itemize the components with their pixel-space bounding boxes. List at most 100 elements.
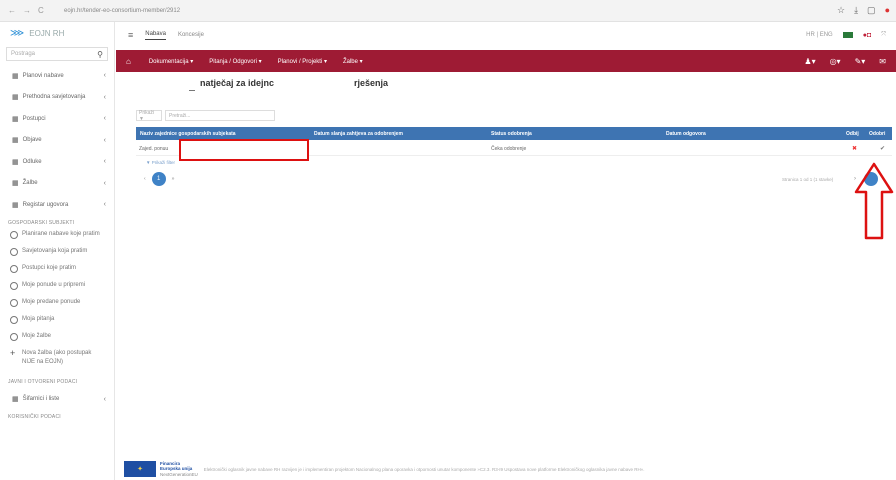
hamburger-icon[interactable]: ≡ bbox=[128, 30, 133, 40]
sidebar-item-planovi[interactable]: ▦ Planovi nabave ‹ bbox=[0, 65, 114, 87]
menu-planovi-projekti[interactable]: Planovi / Projekti ▾ bbox=[278, 58, 327, 65]
eu-label-3: NextGenerationEU bbox=[160, 471, 198, 477]
sidebar-item-ponude-priprema[interactable]: Moje ponude u pripremi bbox=[0, 281, 114, 290]
sidebar-item-label: Postupci koje pratim bbox=[22, 264, 77, 271]
chevron-left-icon: ‹ bbox=[103, 136, 106, 144]
sidebar-item-label: Postupci bbox=[22, 115, 46, 122]
sidebar-item-savjetovanja[interactable]: ▦ Prethodna savjetovanja ‹ bbox=[0, 87, 114, 109]
profile-icon[interactable]: ● bbox=[885, 5, 890, 16]
logo-mark-icon: ⋙ bbox=[10, 27, 25, 39]
home-icon[interactable]: ⌂ bbox=[126, 57, 131, 66]
sidebar-item-label: Moje ponude u pripremi bbox=[22, 281, 86, 288]
sidebar: ⋙ EOJN RH Postraga ⚲ ▦ Planovi nabave ‹ … bbox=[0, 22, 115, 480]
message-icon[interactable]: ✉ bbox=[879, 57, 886, 66]
table-search-input[interactable]: Pretraži... bbox=[165, 110, 275, 121]
sidebar-item-label: Moje žalbe bbox=[22, 332, 52, 339]
sidebar-search-input[interactable]: Postraga ⚲ bbox=[6, 47, 108, 61]
menu-bar-icons: ♟▾ ◎▾ ✎▾ ✉ bbox=[804, 57, 896, 66]
sidebar-item-label: Moja pitanja bbox=[22, 315, 55, 322]
search-icon[interactable]: ⚲ bbox=[97, 50, 103, 59]
tab-koncesije[interactable]: Koncesije bbox=[178, 32, 204, 38]
page-next-button[interactable]: » bbox=[172, 176, 175, 182]
grid-icon: ▦ bbox=[12, 158, 19, 166]
back-icon[interactable]: ← bbox=[8, 6, 16, 15]
circle-icon bbox=[10, 264, 18, 273]
sidebar-item-label: Savjetovanja koja pratim bbox=[22, 247, 88, 254]
grid-icon: ▦ bbox=[12, 115, 19, 123]
page-prev-button[interactable]: ‹ bbox=[144, 176, 146, 182]
logo[interactable]: ⋙ EOJN RH bbox=[0, 22, 114, 44]
page-current-button[interactable]: 1 bbox=[151, 172, 166, 186]
sidebar-item-zalbe[interactable]: ▦ Žalbe ‹ bbox=[0, 173, 114, 195]
col-status[interactable]: Status odobrenja bbox=[491, 131, 532, 137]
flag-icon[interactable] bbox=[842, 32, 853, 38]
sidebar-item-label: Nova žalba (ako postupak NIJE na EOJN) bbox=[22, 349, 92, 365]
chevron-left-icon: ‹ bbox=[103, 395, 106, 403]
menu-pitanja-odgovori[interactable]: Pitanja / Odgovori ▾ bbox=[209, 58, 261, 65]
chevron-left-icon: ‹ bbox=[103, 158, 106, 166]
language-switch[interactable]: HR | ENG bbox=[806, 32, 833, 38]
grid-icon: ▦ bbox=[12, 396, 19, 404]
sidebar-item-sifarnici[interactable]: ▦ Šifarnici i liste ‹ bbox=[0, 389, 114, 411]
users-icon[interactable]: ♟▾ bbox=[804, 57, 815, 66]
circle-icon bbox=[10, 332, 18, 341]
window-icon[interactable]: ▢ bbox=[867, 5, 876, 16]
col-naziv[interactable]: Naziv zajednice gospodarskih subjekata bbox=[140, 131, 236, 137]
col-odbij[interactable]: Odbij bbox=[846, 131, 859, 137]
sidebar-item-postupci-pratim[interactable]: Postupci koje pratim bbox=[0, 264, 114, 273]
circle-icon bbox=[10, 230, 18, 239]
browser-actions: ☆ ⤓ ▢ ● bbox=[837, 5, 896, 16]
circle-icon bbox=[10, 281, 18, 290]
page-title-right: rješenja bbox=[354, 78, 389, 88]
col-datum-odgovora[interactable]: Datum odgovora bbox=[666, 131, 706, 137]
sidebar-item-savjetovanja-pratim[interactable]: Savjetovanja koja pratim bbox=[0, 247, 114, 256]
show-filter-link[interactable]: ▼ Prikaži filter bbox=[146, 160, 175, 165]
bookmark-icon[interactable]: ☆ bbox=[837, 5, 845, 16]
approve-icon[interactable]: ✔ bbox=[880, 145, 885, 152]
menu-dokumentacija[interactable]: Dokumentacija ▾ bbox=[149, 58, 193, 65]
sidebar-item-moje-zalbe[interactable]: Moje žalbe bbox=[0, 332, 114, 341]
browser-nav: ← → C bbox=[0, 6, 60, 15]
sidebar-item-predane-ponude[interactable]: Moje predane ponude bbox=[0, 298, 114, 307]
eu-label: Financira Europska unija NextGenerationE… bbox=[160, 461, 198, 478]
sidebar-item-nova-zalba[interactable]: + Nova žalba (ako postupak NIJE na EOJN) bbox=[0, 347, 114, 367]
sidebar-item-postupci[interactable]: ▦ Postupci ‹ bbox=[0, 108, 114, 130]
table-filter: Prikaži ▼ Pretraži... bbox=[136, 110, 275, 122]
col-odobri[interactable]: Odobri bbox=[869, 131, 885, 137]
main-menu-bar: ⌂ Dokumentacija ▾ Pitanja / Odgovori ▾ P… bbox=[116, 50, 896, 72]
forward-icon[interactable]: → bbox=[23, 6, 31, 15]
sidebar-item-objave[interactable]: ▦ Objave ‹ bbox=[0, 130, 114, 152]
notification-icon[interactable]: ●◘ bbox=[863, 32, 871, 39]
fullscreen-icon[interactable]: ⤧ bbox=[881, 32, 886, 39]
row-status: Čeka odobrenje bbox=[491, 146, 527, 152]
chevron-left-icon: ‹ bbox=[103, 72, 106, 80]
menu-zalbe[interactable]: Žalbe ▾ bbox=[343, 58, 363, 65]
chevron-left-icon: ‹ bbox=[103, 201, 106, 209]
tools-icon[interactable]: ✎▾ bbox=[855, 57, 866, 66]
eye-icon[interactable]: ◎▾ bbox=[830, 57, 841, 66]
sidebar-item-odluke[interactable]: ▦ Odluke ‹ bbox=[0, 151, 114, 173]
reject-icon[interactable]: ✖ bbox=[852, 145, 857, 152]
tab-nabava[interactable]: Nabava bbox=[145, 31, 166, 40]
sidebar-item-label: Prethodna savjetovanja bbox=[22, 94, 86, 101]
main-menu: Dokumentacija ▾ Pitanja / Odgovori ▾ Pla… bbox=[149, 58, 363, 65]
chevron-left-icon: ‹ bbox=[103, 115, 106, 123]
footer-text: Elektronički oglasnik javne nabave RH ra… bbox=[203, 466, 645, 472]
sidebar-item-planirane-nabave[interactable]: Planirane nabave koje pratim bbox=[0, 230, 114, 239]
plus-icon: + bbox=[10, 347, 16, 358]
sidebar-item-registar[interactable]: ▦ Registar ugovora ‹ bbox=[0, 194, 114, 216]
address-bar[interactable]: eojn.hr/tender-eo-consortium-member/2912 bbox=[64, 8, 180, 14]
download-icon[interactable]: ⤓ bbox=[854, 5, 858, 16]
eu-flag-icon: ✦ bbox=[124, 461, 156, 477]
chevron-left-icon: ‹ bbox=[103, 179, 106, 187]
page-size-select[interactable]: Prikaži ▼ bbox=[136, 110, 162, 122]
eu-label-2: Europska unija bbox=[160, 466, 193, 472]
heading-divider bbox=[189, 90, 195, 91]
footer: ✦ Financira Europska unija NextGeneratio… bbox=[116, 458, 896, 480]
reload-icon[interactable]: C bbox=[38, 6, 44, 15]
grid-icon: ▦ bbox=[12, 94, 19, 102]
page-title: natječaj za idejnc rješenja bbox=[200, 78, 388, 88]
col-datum-slanja[interactable]: Datum slanja zahtjeva za odobrenjem bbox=[314, 131, 403, 137]
circle-icon bbox=[10, 298, 18, 307]
sidebar-item-moja-pitanja[interactable]: Moja pitanja bbox=[0, 315, 114, 324]
